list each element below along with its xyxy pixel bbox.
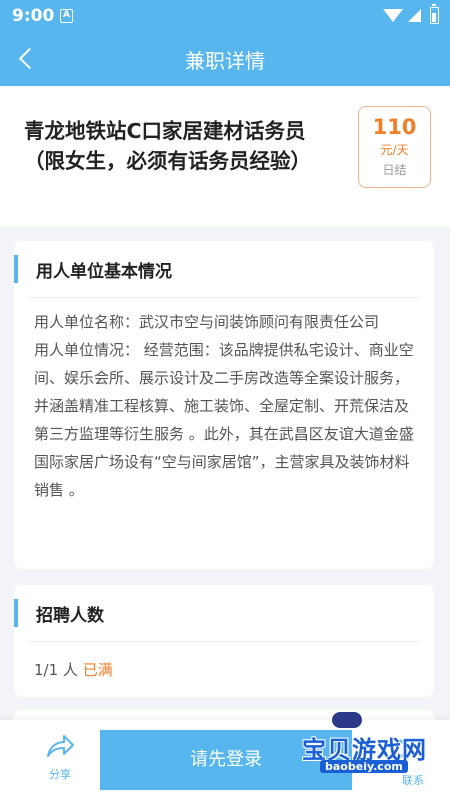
employer-section-title: 用人单位基本情况 (36, 262, 172, 282)
salary-amount: 110 (372, 115, 417, 139)
contact-button[interactable]: 联系 (360, 734, 430, 787)
recruit-status: 已满 (82, 661, 113, 679)
battery-icon (430, 4, 439, 24)
page-title: 兼职详情 (185, 49, 265, 73)
employer-card-header: 用人单位基本情况 (14, 241, 434, 297)
recruit-count: 1/1 人 (34, 661, 78, 679)
status-bar: 9:00 A (0, 0, 450, 32)
job-header: 青龙地铁站C口家居建材话务员（限女生，必须有话务员经验） 110 元/天 日结 (0, 86, 450, 226)
bottom-action-bar: 分享 请先登录 联系 (0, 720, 450, 800)
recruit-card-header: 招聘人数 (14, 585, 434, 641)
employer-details: 用人单位名称：武汉市空与间装饰顾问有限责任公司 用人单位情况： 经营范围：该品牌… (14, 298, 434, 518)
job-title: 青龙地铁站C口家居建材话务员（限女生，必须有话务员经验） (24, 119, 311, 173)
share-button[interactable]: 分享 (36, 734, 84, 784)
salary-badge: 110 元/天 日结 (358, 106, 431, 188)
nav-bar: 兼职详情 (0, 32, 450, 86)
recruit-count-card: 招聘人数 1/1 人 已满 (14, 585, 434, 697)
salary-unit: 元/天 (380, 143, 409, 157)
contact-icon (384, 738, 406, 760)
signal-icon (408, 9, 421, 22)
login-button[interactable]: 请先登录 (100, 730, 352, 790)
recruit-details: 1/1 人 已满 (14, 642, 434, 697)
salary-settlement: 日结 (382, 163, 407, 177)
employer-description: 用人单位情况： 经营范围：该品牌提供私宅设计、商业空间、娱乐会所、展示设计及二手… (34, 341, 414, 499)
employer-name: 用人单位名称：武汉市空与间装饰顾问有限责任公司 (34, 313, 380, 331)
notification-a-icon: A (60, 9, 73, 23)
employer-info-card: 用人单位基本情况 用人单位名称：武汉市空与间装饰顾问有限责任公司 用人单位情况：… (14, 241, 434, 569)
share-arrow-icon (47, 735, 74, 757)
status-time: 9:00 (12, 6, 55, 26)
recruit-section-title: 招聘人数 (36, 606, 104, 626)
wifi-icon (383, 9, 403, 22)
share-label: 分享 (49, 768, 71, 781)
contact-label: 联系 (402, 774, 424, 787)
